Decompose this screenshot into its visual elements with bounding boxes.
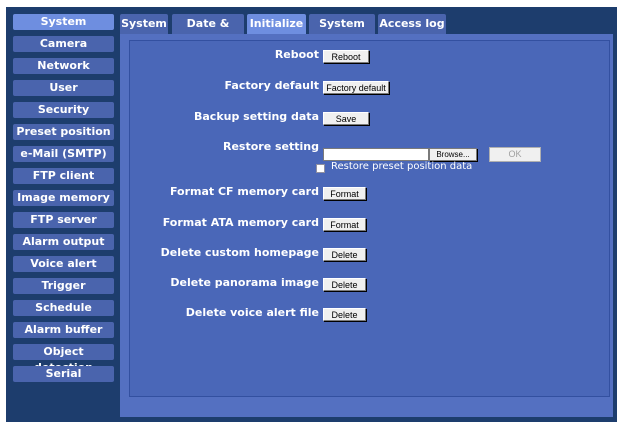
- tab-system-log[interactable]: System log: [309, 14, 375, 50]
- sidebar-item-user[interactable]: User: [13, 80, 114, 96]
- delete-homepage-label: Delete custom homepage: [160, 246, 319, 259]
- sidebar-item-alarm-output[interactable]: Alarm output: [13, 234, 114, 250]
- reboot-button[interactable]: Reboot: [323, 50, 369, 63]
- factory-default-button[interactable]: Factory default: [323, 81, 389, 94]
- sidebar-item-serial[interactable]: Serial: [13, 366, 114, 382]
- sidebar-item-trigger[interactable]: Trigger: [13, 278, 114, 294]
- sidebar-item-alarm-buffer[interactable]: Alarm buffer: [13, 322, 114, 338]
- format-cf-button[interactable]: Format: [323, 187, 366, 200]
- tab-system[interactable]: System: [120, 14, 168, 34]
- sidebar-item-network[interactable]: Network: [13, 58, 114, 74]
- sidebar-item-ftp-client[interactable]: FTP client: [13, 168, 114, 184]
- format-cf-label: Format CF memory card: [169, 185, 319, 198]
- tab-initialize[interactable]: Initialize: [247, 14, 306, 34]
- format-ata-label: Format ATA memory card: [162, 216, 319, 229]
- reboot-label: Reboot: [274, 48, 319, 61]
- sidebar-item-email-smtp[interactable]: e-Mail (SMTP): [13, 146, 114, 162]
- delete-panorama-label: Delete panorama image: [170, 276, 319, 289]
- sidebar-item-schedule[interactable]: Schedule: [13, 300, 114, 316]
- backup-setting-label: Backup setting data: [194, 110, 319, 123]
- delete-voice-button[interactable]: Delete: [323, 308, 366, 321]
- sidebar-item-voice-alert[interactable]: Voice alert: [13, 256, 114, 272]
- sidebar-item-image-memory[interactable]: Image memory: [13, 190, 114, 206]
- initialize-panel: Reboot Reboot Factory default Factory de…: [129, 40, 610, 397]
- restore-preset-label: Restore preset position data: [331, 161, 473, 172]
- restore-preset-checkbox[interactable]: [316, 164, 325, 173]
- factory-default-label: Factory default: [224, 79, 319, 92]
- sidebar-item-ftp-server[interactable]: FTP server: [13, 212, 114, 228]
- sidebar-item-object-detection[interactable]: Object detection: [13, 344, 114, 374]
- delete-voice-label: Delete voice alert file: [185, 306, 319, 319]
- delete-homepage-button[interactable]: Delete: [323, 248, 366, 261]
- sidebar-item-system[interactable]: System: [13, 14, 114, 30]
- tab-date-time[interactable]: Date & time: [172, 14, 244, 50]
- format-ata-button[interactable]: Format: [323, 218, 366, 231]
- restore-setting-label: Restore setting: [222, 140, 319, 153]
- tab-access-log[interactable]: Access log: [378, 14, 446, 34]
- delete-panorama-button[interactable]: Delete: [323, 278, 366, 291]
- ok-button[interactable]: OK: [489, 147, 541, 162]
- sidebar-item-security[interactable]: Security: [13, 102, 114, 118]
- save-button[interactable]: Save: [323, 112, 369, 125]
- content-area: Reboot Reboot Factory default Factory de…: [120, 34, 613, 417]
- sidebar-item-camera[interactable]: Camera: [13, 36, 114, 52]
- restore-file-input[interactable]: [323, 148, 429, 161]
- app-window: System Camera Network User Security Pres…: [6, 7, 617, 422]
- sidebar-item-preset-position[interactable]: Preset position: [13, 124, 114, 140]
- browse-button[interactable]: Browse...: [429, 148, 477, 161]
